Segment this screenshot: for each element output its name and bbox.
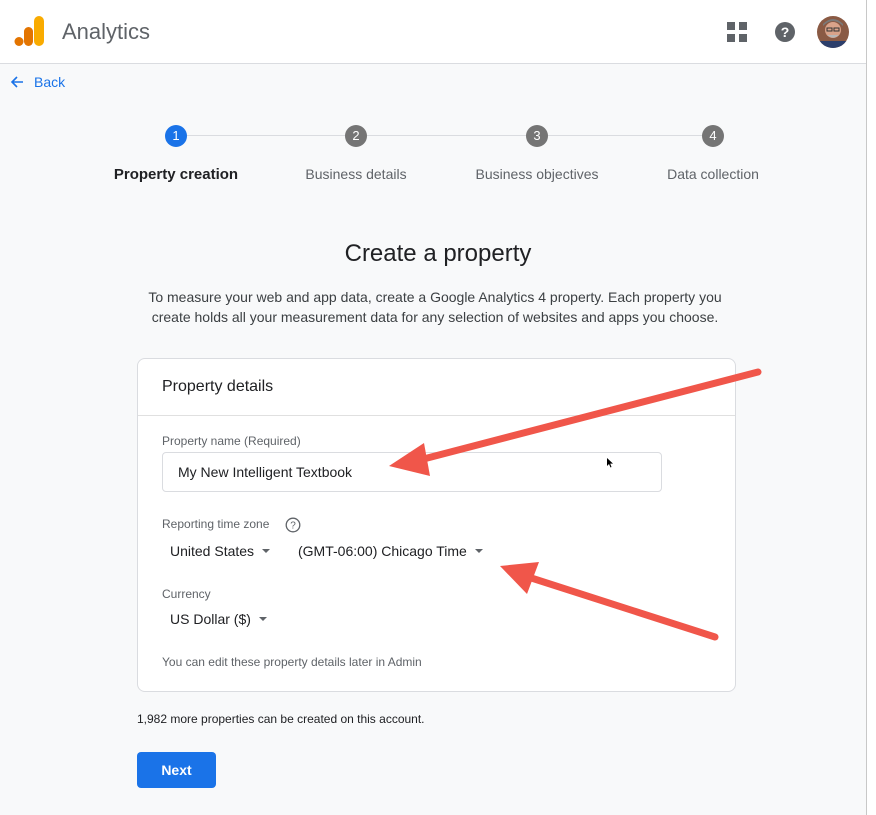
step-1-number: 1 xyxy=(165,125,187,147)
mouse-cursor-icon xyxy=(607,458,613,468)
country-select[interactable]: United States xyxy=(170,543,271,559)
back-link[interactable]: Back xyxy=(10,72,65,92)
step-4-number: 4 xyxy=(702,125,724,147)
caret-down-icon xyxy=(258,617,267,621)
step-3-number: 3 xyxy=(526,125,548,147)
top-app-bar: Analytics ? xyxy=(0,0,866,64)
step-connector xyxy=(187,135,345,136)
country-value: United States xyxy=(170,543,255,559)
app-title: Analytics xyxy=(62,19,151,44)
back-label: Back xyxy=(34,74,66,90)
card-title: Property details xyxy=(162,378,274,395)
step-connector xyxy=(367,135,526,136)
properties-remaining-note: 1,982 more properties can be created on … xyxy=(137,712,425,726)
help-icon[interactable]: ? xyxy=(774,21,796,43)
description-line: create holds all your measurement data f… xyxy=(151,309,719,325)
svg-text:?: ? xyxy=(290,521,296,532)
edit-later-note: You can edit these property details late… xyxy=(162,655,422,669)
timezone-label: Reporting time zone xyxy=(162,517,270,531)
timezone-select[interactable]: (GMT-06:00) Chicago Time xyxy=(298,543,483,559)
currency-label: Currency xyxy=(162,587,211,601)
step-connector xyxy=(548,135,702,136)
step-4-label: Data collection xyxy=(667,166,759,182)
card-divider xyxy=(138,415,735,416)
svg-text:?: ? xyxy=(781,24,790,40)
step-2-number: 2 xyxy=(345,125,367,147)
arrow-left-icon xyxy=(10,76,23,88)
property-details-card: Property details Property name (Required… xyxy=(137,358,736,692)
page-description: To measure your web and app data, create… xyxy=(110,287,760,327)
help-circle-icon[interactable]: ? xyxy=(285,517,301,533)
page-title: Create a property xyxy=(344,240,532,267)
step-1-label: Property creation xyxy=(113,166,239,183)
currency-select[interactable]: US Dollar ($) xyxy=(170,611,267,627)
avatar[interactable] xyxy=(817,16,849,48)
window-edge xyxy=(866,0,876,815)
caret-down-icon xyxy=(262,549,271,553)
property-name-input[interactable]: My New Intelligent Textbook xyxy=(162,452,662,492)
analytics-logo-icon[interactable] xyxy=(14,14,46,48)
next-button[interactable]: Next xyxy=(137,752,216,788)
currency-value: US Dollar ($) xyxy=(170,611,251,627)
caret-down-icon xyxy=(474,549,483,553)
property-name-label: Property name (Required) xyxy=(162,434,301,448)
description-line: To measure your web and app data, create… xyxy=(148,289,722,305)
apps-grid-icon[interactable] xyxy=(727,22,747,42)
timezone-value: (GMT-06:00) Chicago Time xyxy=(298,543,467,559)
step-2-label: Business details xyxy=(305,166,407,182)
step-3-label: Business objectives xyxy=(475,166,599,182)
